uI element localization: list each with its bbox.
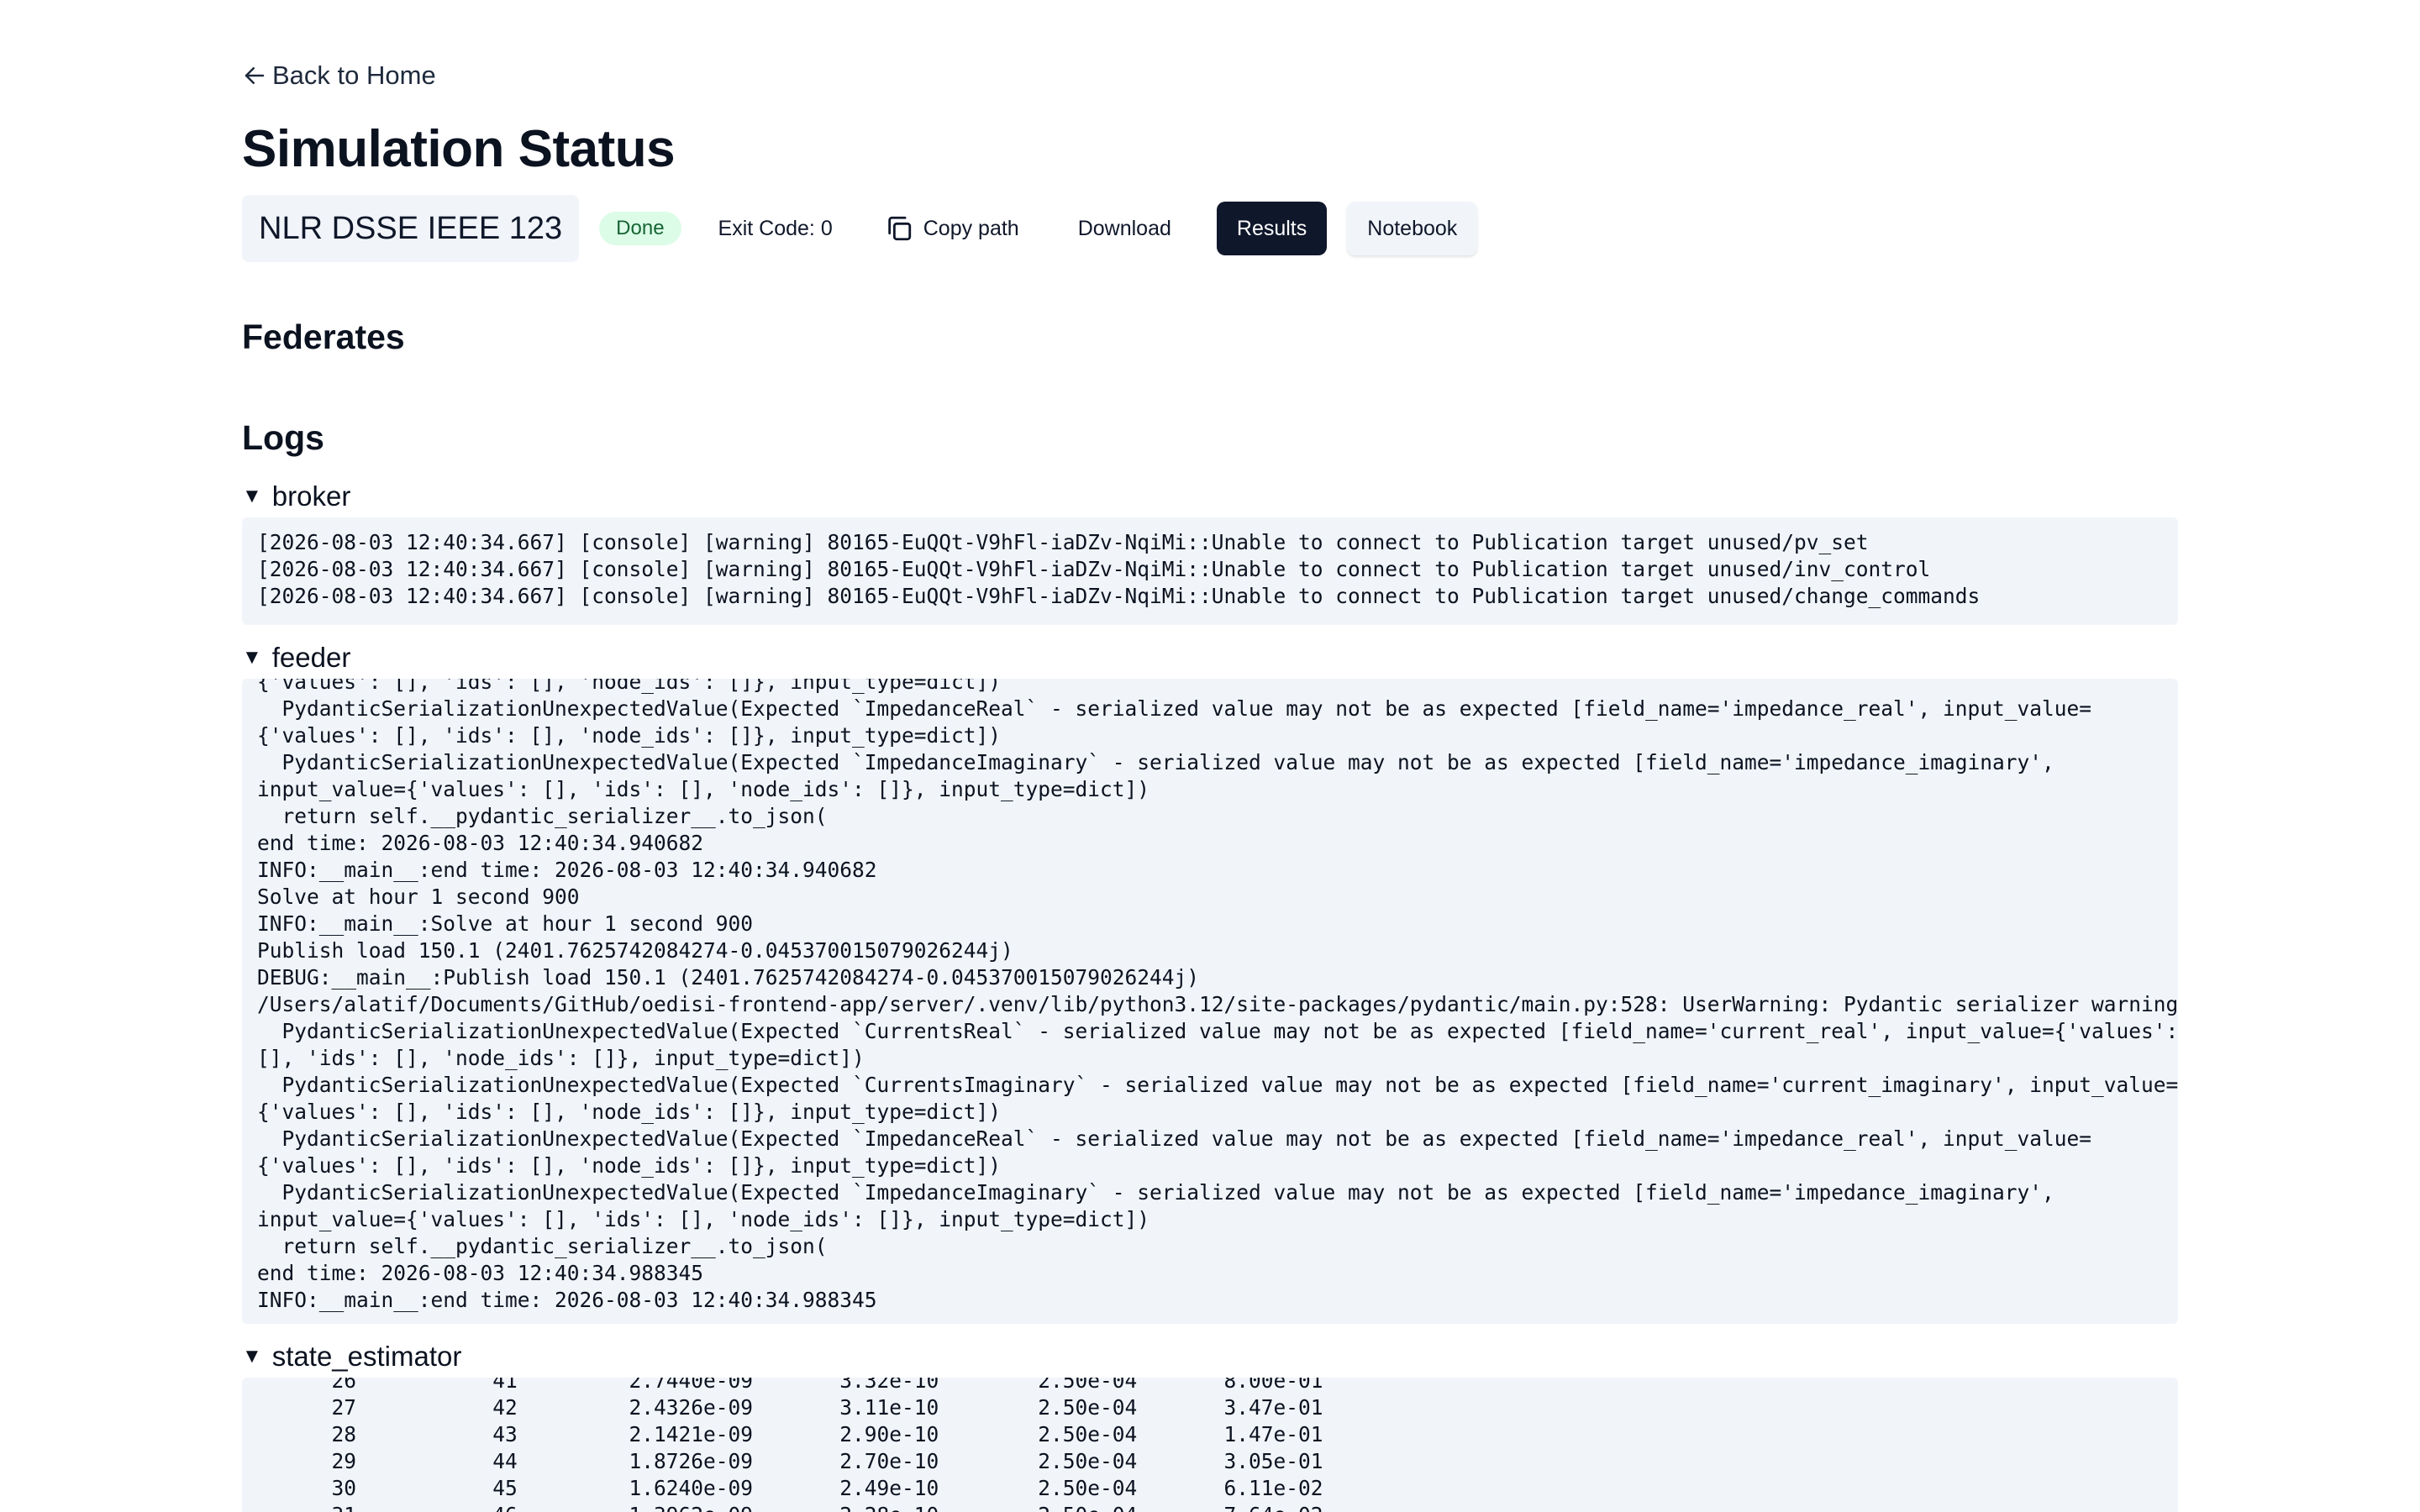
log-line: {'values': [], 'ids': [], 'node_ids': []… [257, 1100, 1002, 1124]
log-line: return self.__pydantic_serializer__.to_j… [257, 1234, 828, 1258]
exit-code: Exit Code: 0 [718, 216, 833, 240]
log-line: PydanticSerializationUnexpectedValue(Exp… [257, 1073, 2179, 1097]
log-line: [2026-08-03 12:40:34.667] [console] [war… [257, 530, 1869, 554]
download-button[interactable]: Download [1058, 202, 1192, 255]
log-toggle-feeder[interactable]: ▼ feeder [242, 642, 350, 674]
log-line: 29 44 1.8726e-09 2.70e-10 2.50e-04 3.05e… [257, 1449, 1323, 1473]
log-line: /Users/alatif/Documents/GitHub/oedisi-fr… [257, 992, 2178, 1016]
log-line: input_value={'values': [], 'ids': [], 'n… [257, 777, 1150, 801]
log-line: 31 46 1.3962e-09 2.28e-10 2.50e-04 7.64e… [257, 1502, 2163, 1512]
arrow-left-icon [242, 63, 267, 88]
back-to-home-link[interactable]: Back to Home [242, 57, 436, 94]
triangle-down-icon: ▼ [242, 1345, 262, 1368]
log-line: [], 'ids': [], 'node_ids': []}, input_ty… [257, 1046, 865, 1070]
copy-path-button[interactable]: Copy path [871, 202, 1039, 255]
log-line: PydanticSerializationUnexpectedValue(Exp… [257, 1019, 2179, 1043]
log-line: [2026-08-03 12:40:34.667] [console] [war… [257, 557, 1931, 581]
results-button[interactable]: Results [1216, 202, 1328, 255]
simulation-name: NLR DSSE IEEE 123 [242, 195, 580, 262]
log-line: Publish load 150.1 (2401.7625742084274-0… [257, 938, 1013, 963]
logs-heading: Logs [242, 418, 324, 457]
log-output-state-estimator[interactable]: 26 41 2.7440e-09 3.32e-10 2.50e-04 8.00e… [242, 1378, 2178, 1512]
copy-path-label: Copy path [923, 216, 1019, 240]
log-line: return self.__pydantic_serializer__.to_j… [257, 804, 828, 828]
log-line: end time: 2026-08-03 12:40:34.940682 [257, 831, 704, 855]
triangle-down-icon: ▼ [242, 485, 262, 507]
log-name: broker [271, 480, 351, 512]
back-link-label: Back to Home [272, 60, 436, 90]
log-line: PydanticSerializationUnexpectedValue(Exp… [257, 1126, 2092, 1151]
log-line: input_value={'values': [], 'ids': [], 'n… [257, 1207, 1150, 1231]
log-toggle-broker[interactable]: ▼ broker [242, 480, 350, 512]
simulation-header: NLR DSSE IEEE 123 Done Exit Code: 0 Copy… [242, 195, 1478, 262]
log-lines: {'values': [], 'ids': [], 'node_ids': []… [257, 679, 2179, 1314]
log-name: state_estimator [271, 1341, 462, 1372]
federates-heading: Federates [242, 318, 405, 356]
log-lines: [2026-08-03 12:40:34.667] [console] [war… [257, 529, 2163, 610]
log-line: [2026-08-03 12:40:34.667] [console] [war… [257, 584, 1981, 608]
log-line: DEBUG:__main__:Publish load 150.1 (2401.… [257, 965, 1200, 990]
log-line: Solve at hour 1 second 900 [257, 885, 580, 909]
log-name: feeder [271, 642, 351, 673]
log-output-broker[interactable]: [2026-08-03 12:40:34.667] [console] [war… [242, 517, 2178, 625]
log-line: PydanticSerializationUnexpectedValue(Exp… [257, 750, 2054, 774]
log-line: 26 41 2.7440e-09 3.32e-10 2.50e-04 8.00e… [257, 1378, 1323, 1393]
log-line: end time: 2026-08-03 12:40:34.988345 [257, 1261, 704, 1285]
log-output-feeder[interactable]: {'values': [], 'ids': [], 'node_ids': []… [242, 679, 2178, 1324]
log-line: 30 45 1.6240e-09 2.49e-10 2.50e-04 6.11e… [257, 1476, 1323, 1500]
log-line: 28 43 2.1421e-09 2.90e-10 2.50e-04 1.47e… [257, 1422, 1323, 1446]
log-line: PydanticSerializationUnexpectedValue(Exp… [257, 696, 2092, 721]
log-line: {'values': [], 'ids': [], 'node_ids': []… [257, 679, 1002, 694]
triangle-down-icon: ▼ [242, 646, 262, 669]
status-badge: Done [599, 212, 681, 245]
log-line: PydanticSerializationUnexpectedValue(Exp… [257, 1180, 2054, 1205]
page-title: Simulation Status [242, 120, 676, 178]
log-line: INFO:__main__:end time: 2026-08-03 12:40… [257, 1288, 877, 1312]
notebook-button[interactable]: Notebook [1347, 202, 1478, 255]
log-lines: 26 41 2.7440e-09 3.32e-10 2.50e-04 8.00e… [257, 1378, 2163, 1512]
log-line: {'values': [], 'ids': [], 'node_ids': []… [257, 1153, 1002, 1178]
log-line: 27 42 2.4326e-09 3.11e-10 2.50e-04 3.47e… [257, 1395, 1323, 1420]
log-toggle-state-estimator[interactable]: ▼ state_estimator [242, 1341, 461, 1373]
simulation-status-page: Back to Home Simulation Status NLR DSSE … [0, 0, 2420, 1512]
log-line: INFO:__main__:Solve at hour 1 second 900 [257, 911, 754, 936]
log-line: {'values': [], 'ids': [], 'node_ids': []… [257, 723, 1002, 748]
log-line: INFO:__main__:end time: 2026-08-03 12:40… [257, 858, 877, 882]
copy-icon [885, 214, 913, 243]
